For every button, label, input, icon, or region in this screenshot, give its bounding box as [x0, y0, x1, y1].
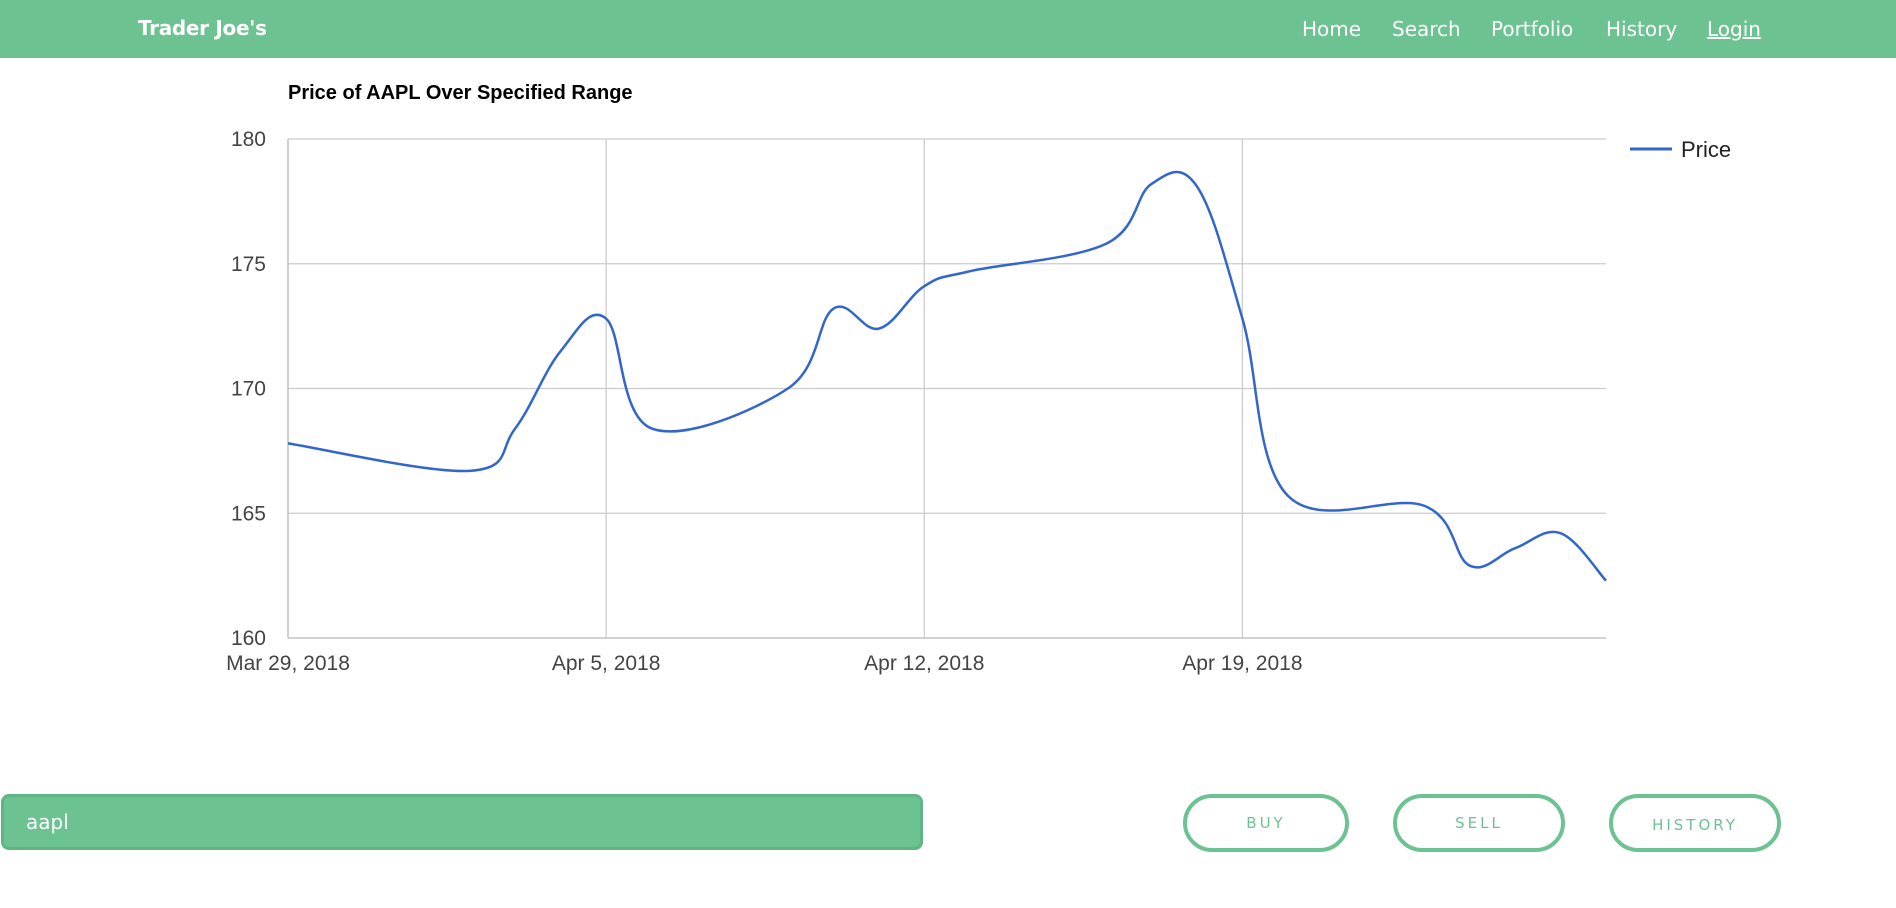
y-tick-label: 165 [231, 502, 266, 525]
series-line-price [287, 170, 1607, 582]
x-tick-label: Apr 19, 2018 [1182, 652, 1302, 675]
y-tick-label: 170 [231, 378, 266, 401]
x-tick-label: Apr 5, 2018 [552, 652, 661, 675]
y-tick-label: 180 [231, 128, 266, 151]
x-tick-label: Apr 12, 2018 [864, 652, 984, 675]
buy-button[interactable]: BUY [1183, 794, 1349, 852]
history-button[interactable]: HISTORY [1609, 794, 1781, 852]
y-axis-ticks: 160 165 170 175 180 [231, 128, 266, 650]
x-tick-label: Mar 29, 2018 [226, 652, 350, 675]
chart-title: Price of AAPL Over Specified Range [288, 82, 633, 104]
y-tick-label: 160 [231, 627, 266, 650]
y-tick-label: 175 [231, 253, 266, 276]
price-chart: Price of AAPL Over Specified Range 16016… [226, 82, 1731, 675]
ticker-search-input[interactable] [1, 794, 923, 850]
legend-label-price: Price [1681, 137, 1731, 162]
sell-button[interactable]: SELL [1393, 794, 1565, 852]
x-axis-ticks: Mar 29, 2018 Apr 5, 2018 Apr 12, 2018 Apr 1… [226, 652, 1302, 675]
chart-grid [287, 138, 1606, 639]
